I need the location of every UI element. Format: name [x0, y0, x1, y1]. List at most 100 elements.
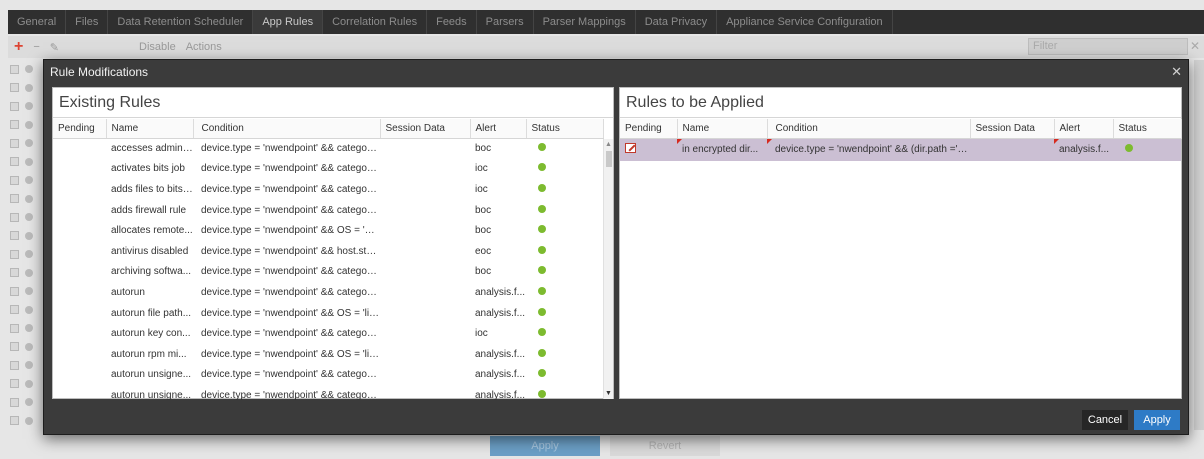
background-tab-bar: General Files Data Retention Scheduler App …	[8, 10, 1204, 34]
status-cell	[526, 159, 603, 180]
status-indicator-icon	[25, 342, 33, 351]
tab-parser-mappings[interactable]: Parser Mappings	[534, 10, 636, 34]
status-cell	[526, 385, 603, 406]
column-header-pending[interactable]: Pending	[53, 119, 107, 139]
scroll-thumb[interactable]	[606, 151, 612, 167]
row-checkbox[interactable]	[10, 360, 19, 370]
existing-rules-title: Existing Rules	[53, 88, 613, 118]
status-indicator-icon	[25, 361, 33, 370]
session-data-cell	[380, 159, 470, 180]
tab-appliance-service-configuration[interactable]: Appliance Service Configuration	[717, 10, 893, 34]
tab-data-privacy[interactable]: Data Privacy	[636, 10, 718, 34]
disable-button[interactable]: Disable	[139, 41, 176, 53]
row-checkbox[interactable]	[10, 231, 19, 241]
row-checkbox[interactable]	[10, 157, 19, 167]
apply-button[interactable]: Apply	[1134, 410, 1180, 430]
column-header-name[interactable]: Name	[677, 119, 768, 139]
table-row[interactable]: autorun rpm mi... device.type = 'nwendpoi…	[53, 344, 603, 365]
existing-rules-scrollbar[interactable]: ▲ ▼	[603, 139, 613, 399]
table-row[interactable]: autorun unsigne... device.type = 'nwendpo…	[53, 385, 603, 406]
row-checkbox[interactable]	[10, 249, 19, 259]
filter-input[interactable]: Filter	[1028, 38, 1188, 55]
row-checkbox[interactable]	[10, 379, 19, 389]
row-checkbox[interactable]	[10, 268, 19, 278]
status-indicator-icon	[25, 83, 33, 92]
pending-cell	[53, 138, 106, 159]
background-scrollbar[interactable]	[1194, 60, 1204, 430]
status-indicator-icon	[25, 416, 33, 425]
condition-cell: device.type = 'nwendpoint' && category..…	[201, 328, 380, 340]
column-header-condition[interactable]: Condition	[767, 119, 971, 139]
table-row[interactable]: antivirus disabled device.type = 'nwendpo…	[53, 241, 603, 262]
row-checkbox[interactable]	[10, 342, 19, 352]
background-row	[8, 264, 44, 283]
column-header-session-data[interactable]: Session Data	[970, 119, 1055, 139]
background-apply-button[interactable]: Apply	[490, 436, 600, 456]
row-checkbox[interactable]	[10, 83, 19, 93]
table-row[interactable]: adds files to bits ... device.type = 'nwe…	[53, 179, 603, 200]
table-row[interactable]: archiving softwa... device.type = 'nwendp…	[53, 262, 603, 283]
row-checkbox[interactable]	[10, 286, 19, 296]
background-row	[8, 282, 44, 301]
column-header-alert[interactable]: Alert	[470, 119, 527, 139]
row-checkbox[interactable]	[10, 323, 19, 333]
column-header-pending[interactable]: Pending	[620, 119, 678, 139]
tab-parsers[interactable]: Parsers	[477, 10, 534, 34]
row-checkbox[interactable]	[10, 397, 19, 407]
pending-cell	[53, 200, 106, 221]
tab-correlation-rules[interactable]: Correlation Rules	[323, 10, 428, 34]
alert-cell: analysis.f...	[1054, 138, 1113, 161]
table-row[interactable]: activates bits job device.type = 'nwendpo…	[53, 159, 603, 180]
tab-feeds[interactable]: Feeds	[427, 10, 477, 34]
scroll-up-icon[interactable]: ▲	[605, 141, 612, 148]
column-header-name[interactable]: Name	[106, 119, 194, 139]
tab-app-rules[interactable]: App Rules	[253, 10, 324, 34]
session-data-cell	[380, 220, 470, 241]
row-checkbox[interactable]	[10, 212, 19, 222]
pending-cell	[53, 323, 106, 344]
condition-cell: device.type = 'nwendpoint' && (dir.path …	[767, 138, 970, 161]
table-row[interactable]: autorun file path... device.type = 'nwend…	[53, 303, 603, 324]
column-header-session-data[interactable]: Session Data	[380, 119, 471, 139]
session-data-cell	[380, 282, 470, 303]
tab-data-retention-scheduler[interactable]: Data Retention Scheduler	[108, 10, 254, 34]
row-checkbox[interactable]	[10, 101, 19, 111]
alert-cell: boc	[475, 142, 492, 154]
table-row[interactable]: allocates remote... device.type = 'nwendp…	[53, 220, 603, 241]
row-checkbox[interactable]	[10, 194, 19, 204]
condition-cell: device.type = 'nwendpoint' && OS = 'lin.…	[201, 348, 380, 360]
table-row[interactable]: autorun unsigne... device.type = 'nwendpo…	[53, 365, 603, 386]
edit-icon[interactable]: ✎	[50, 41, 59, 54]
cancel-button[interactable]: Cancel	[1082, 410, 1128, 430]
background-row	[8, 97, 44, 116]
row-checkbox[interactable]	[10, 305, 19, 315]
row-checkbox[interactable]	[10, 175, 19, 185]
scroll-down-icon[interactable]: ▼	[605, 390, 612, 397]
row-checkbox[interactable]	[10, 416, 19, 426]
tab-files[interactable]: Files	[66, 10, 109, 34]
row-checkbox[interactable]	[10, 138, 19, 148]
table-row[interactable]: adds firewall rule device.type = 'nwendpo…	[53, 200, 603, 221]
remove-icon[interactable]: −	[33, 41, 39, 53]
tab-general[interactable]: General	[8, 10, 67, 34]
background-revert-button[interactable]: Revert	[610, 436, 720, 456]
add-icon[interactable]: +	[14, 38, 23, 56]
table-row[interactable]: autorun device.type = 'nwendpoint' && cat…	[53, 282, 603, 303]
table-row[interactable]: accesses admini... device.type = 'nwendpo…	[53, 138, 603, 159]
existing-rules-panel: Existing Rules Pending Name Condition Sessi…	[52, 87, 614, 401]
column-header-alert[interactable]: Alert	[1054, 119, 1114, 139]
pending-cell	[53, 344, 106, 365]
column-header-condition[interactable]: Condition	[193, 119, 381, 139]
column-header-status[interactable]: Status	[526, 119, 604, 139]
row-checkbox[interactable]	[10, 120, 19, 130]
actions-button[interactable]: Actions	[186, 41, 222, 53]
column-header-status[interactable]: Status	[1113, 119, 1182, 139]
close-icon[interactable]: ✕	[1190, 39, 1200, 53]
background-row	[8, 134, 44, 153]
table-row[interactable]: autorun key con... device.type = 'nwendpo…	[53, 323, 603, 344]
close-icon[interactable]: ✕	[1171, 60, 1182, 84]
row-checkbox[interactable]	[10, 64, 19, 74]
table-row[interactable]: in encrypted dir... device.type = 'nwendp…	[620, 138, 1181, 161]
dialog-title: Rule Modifications	[50, 65, 149, 79]
pending-cell	[53, 303, 106, 324]
